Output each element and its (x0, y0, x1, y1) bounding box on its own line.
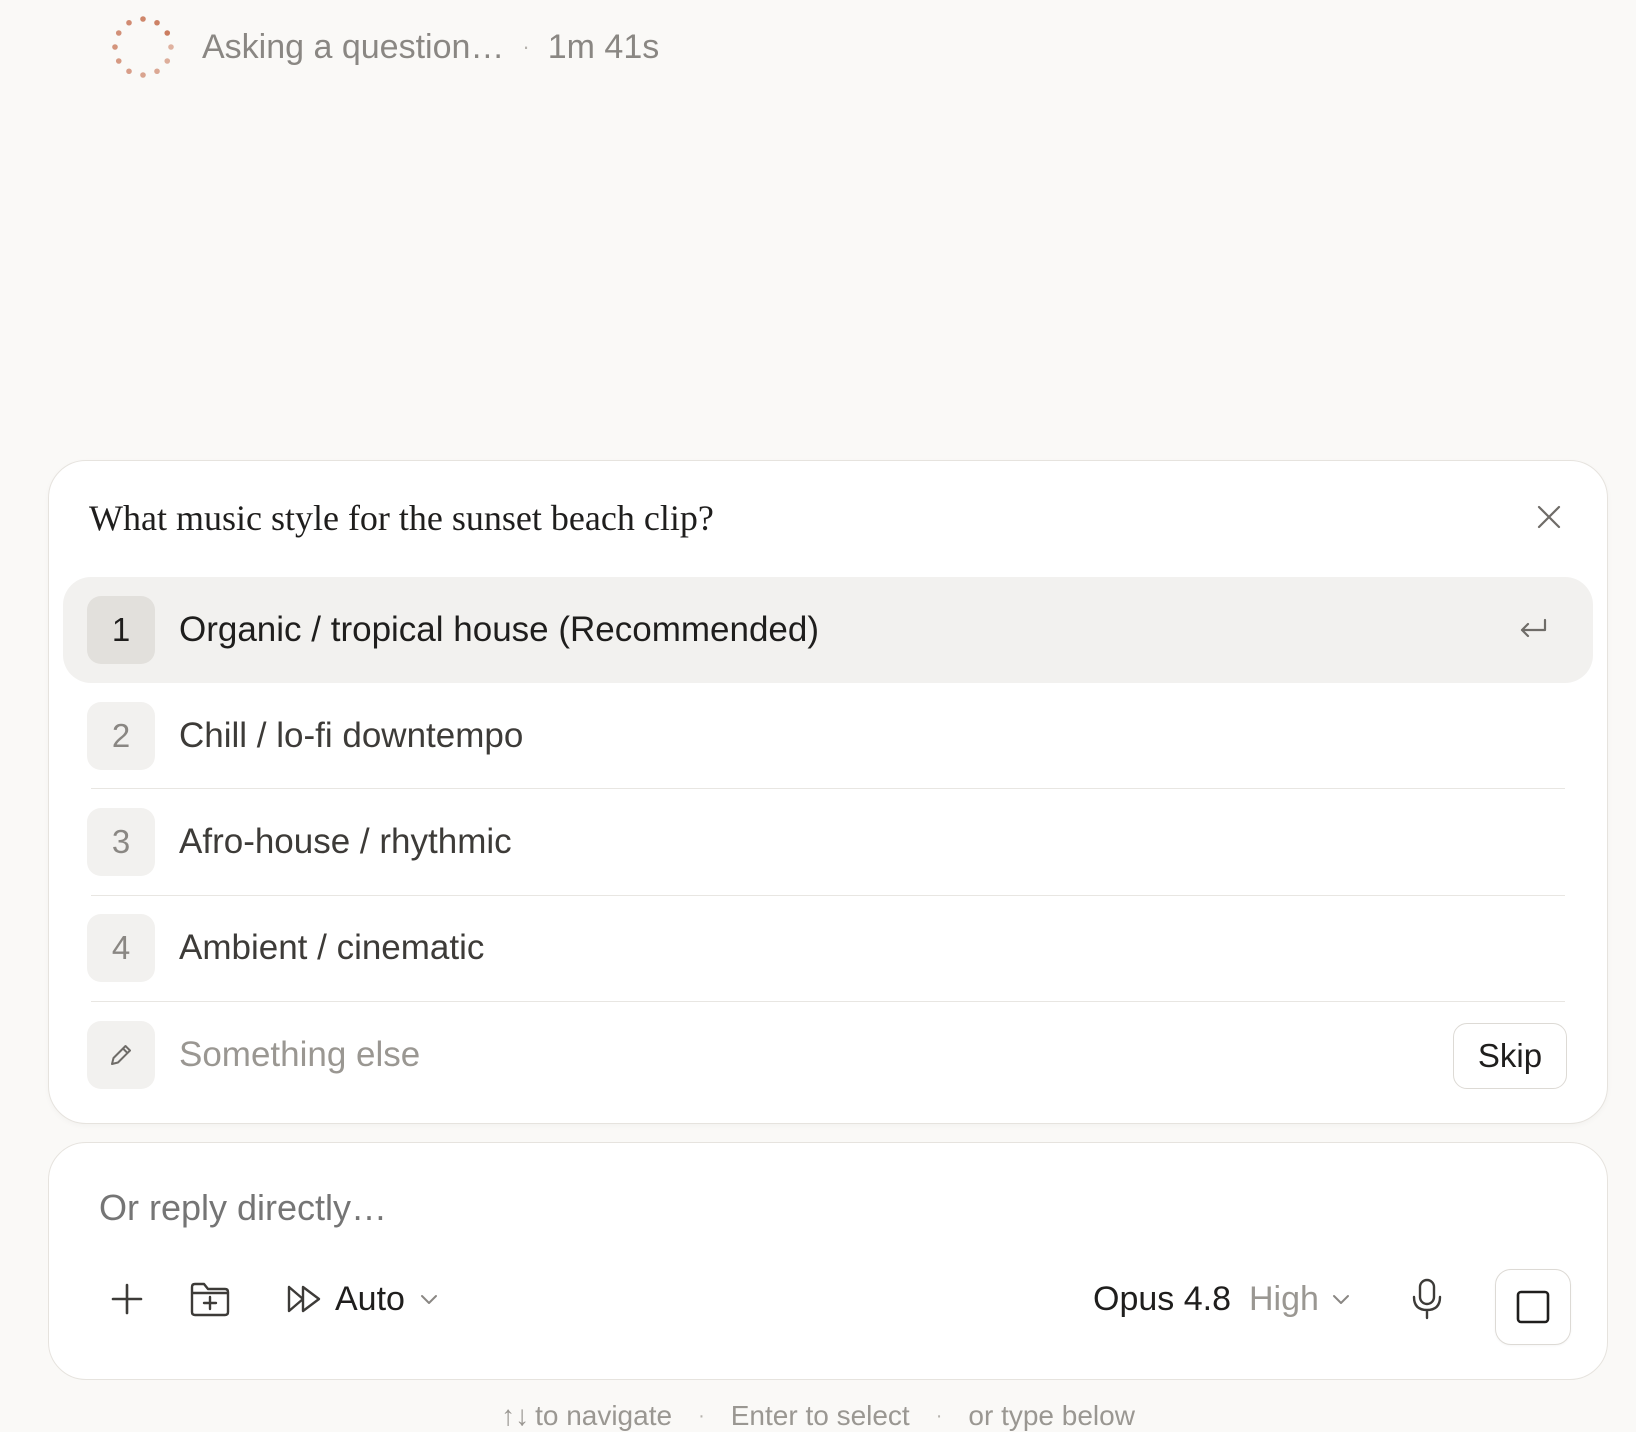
mode-selector[interactable]: Auto (285, 1269, 439, 1329)
pencil-icon (111, 1045, 131, 1065)
option-label: Chill / lo-fi downtempo (179, 716, 524, 755)
close-icon (1537, 505, 1561, 529)
custom-answer-input[interactable]: Something else (63, 1002, 1593, 1108)
folder-plus-icon (190, 1282, 230, 1317)
add-folder-button[interactable] (189, 1269, 239, 1329)
stop-button[interactable] (1495, 1269, 1571, 1345)
option-4[interactable]: 4 Ambient / cinematic (63, 895, 1593, 1001)
question-title: What music style for the sunset beach cl… (89, 498, 714, 538)
option-label: Organic / tropical house (Recommended) (179, 610, 820, 649)
elapsed-time: 1m 41s (547, 27, 660, 66)
spinner-dot (126, 19, 132, 26)
spinner-dot (154, 19, 160, 26)
hint-separator: · (698, 1404, 705, 1427)
effort-level: High (1248, 1279, 1319, 1318)
spinner-dot (115, 58, 122, 64)
model-name: Opus 4.8 (1093, 1279, 1231, 1318)
spinner-dot (112, 44, 118, 50)
hint-separator: · (935, 1404, 943, 1427)
option-1[interactable]: 1 Organic / tropical house (Recommended) (63, 577, 1593, 683)
composer: Auto Opus 4.8 High (48, 1142, 1608, 1380)
spinner-dot (164, 58, 171, 64)
question-card: What music style for the sunset beach cl… (48, 460, 1608, 1124)
custom-answer-placeholder: Something else (179, 1035, 421, 1074)
spinner-dot (140, 72, 146, 78)
plus-icon (111, 1283, 143, 1315)
model-selector[interactable]: Opus 4.8 High (1093, 1269, 1351, 1329)
option-number: 2 (87, 702, 155, 770)
option-label: Afro-house / rhythmic (179, 822, 512, 861)
add-button[interactable] (109, 1269, 159, 1329)
pencil-icon-box (87, 1021, 155, 1089)
option-number: 3 (87, 808, 155, 876)
option-number: 4 (87, 914, 155, 982)
status-separator: · (522, 34, 530, 59)
arrow-keys-icon: ↑↓ (501, 1400, 530, 1431)
reply-input[interactable] (99, 1187, 1299, 1229)
spinner-dot (154, 68, 160, 75)
option-2[interactable]: 2 Chill / lo-fi downtempo (63, 683, 1593, 789)
voice-button[interactable] (1409, 1269, 1459, 1329)
chevron-down-icon (420, 1295, 437, 1304)
enter-icon (1520, 618, 1547, 638)
hint-type: or type below (968, 1400, 1135, 1431)
spinner-dot (164, 30, 171, 36)
spinner-icon (112, 16, 174, 78)
mode-label: Auto (335, 1279, 405, 1318)
skip-button[interactable]: Skip (1453, 1023, 1567, 1089)
status-bar: Asking a question… · 1m 41s (108, 12, 659, 82)
microphone-icon (1412, 1278, 1442, 1320)
option-3[interactable]: 3 Afro-house / rhythmic (63, 789, 1593, 895)
keyboard-hints: ↑↓ to navigate · Enter to select · or ty… (0, 1400, 1636, 1432)
option-label: Ambient / cinematic (179, 928, 485, 967)
stop-icon (1516, 1290, 1550, 1324)
option-number: 1 (87, 596, 155, 664)
close-button[interactable] (1531, 499, 1567, 535)
hint-navigate: to navigate (535, 1400, 673, 1431)
fast-forward-icon (287, 1285, 321, 1313)
status-text: Asking a question… (202, 27, 505, 66)
spinner-dot (115, 30, 122, 36)
spinner-dot (168, 44, 174, 50)
spinner-dot (126, 68, 132, 75)
hint-select: Enter to select (730, 1400, 910, 1431)
chevron-down-icon (1332, 1295, 1349, 1304)
spinner-dot (140, 16, 146, 22)
